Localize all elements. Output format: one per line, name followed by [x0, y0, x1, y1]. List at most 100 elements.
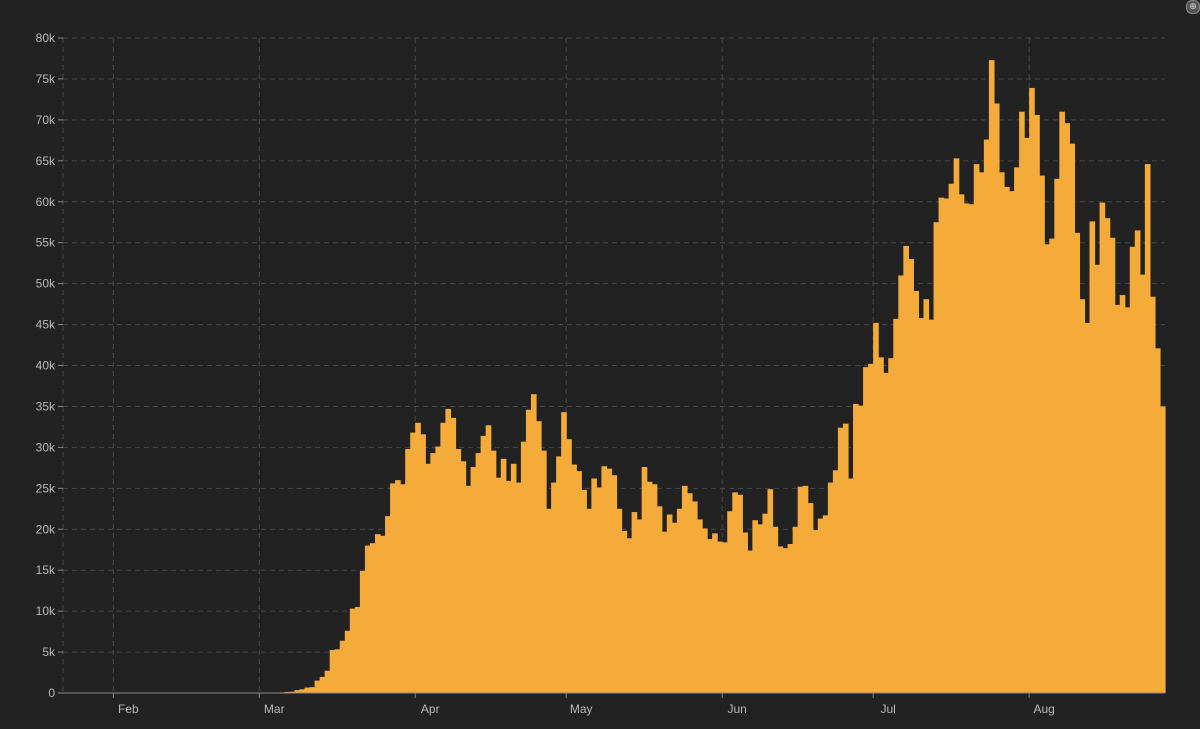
bar[interactable]	[445, 409, 451, 693]
bar[interactable]	[773, 527, 779, 693]
bar[interactable]	[873, 323, 879, 693]
bar[interactable]	[1105, 218, 1111, 693]
bar[interactable]	[576, 471, 582, 693]
bar[interactable]	[1019, 112, 1025, 693]
bar[interactable]	[808, 503, 814, 693]
bar[interactable]	[1064, 123, 1070, 693]
bar[interactable]	[300, 689, 306, 693]
bar[interactable]	[848, 478, 854, 693]
bar[interactable]	[551, 483, 557, 693]
bar[interactable]	[430, 453, 436, 693]
bar[interactable]	[974, 164, 980, 693]
bar[interactable]	[365, 546, 371, 693]
bar[interactable]	[888, 358, 894, 693]
bar[interactable]	[305, 688, 311, 693]
bar[interactable]	[390, 483, 396, 693]
bar[interactable]	[1009, 191, 1015, 693]
bar[interactable]	[989, 60, 995, 693]
corner-zoom-icon[interactable]: ⊕	[1186, 0, 1200, 14]
bar[interactable]	[375, 534, 381, 693]
bar[interactable]	[617, 509, 623, 693]
bar[interactable]	[1095, 265, 1101, 693]
bar[interactable]	[757, 524, 763, 693]
bar[interactable]	[1084, 323, 1090, 693]
bar[interactable]	[450, 418, 456, 693]
bar[interactable]	[581, 490, 587, 693]
bar[interactable]	[516, 483, 522, 693]
bar[interactable]	[903, 246, 909, 693]
bar[interactable]	[491, 451, 497, 693]
bar[interactable]	[521, 442, 527, 693]
bar[interactable]	[405, 449, 411, 693]
bar[interactable]	[325, 671, 331, 693]
bar[interactable]	[627, 538, 633, 693]
bar[interactable]	[717, 542, 723, 693]
bar[interactable]	[687, 493, 693, 693]
bar[interactable]	[778, 546, 784, 693]
bar[interactable]	[606, 469, 612, 693]
bar[interactable]	[546, 509, 552, 693]
bar[interactable]	[893, 319, 899, 693]
bar[interactable]	[571, 465, 577, 693]
bar[interactable]	[742, 533, 748, 693]
bar[interactable]	[979, 172, 985, 693]
bar[interactable]	[410, 433, 416, 693]
bar[interactable]	[944, 198, 950, 693]
bar[interactable]	[1059, 112, 1065, 693]
bar[interactable]	[647, 482, 653, 693]
bar[interactable]	[878, 357, 884, 693]
bar[interactable]	[853, 404, 859, 693]
bar[interactable]	[395, 480, 401, 693]
bar[interactable]	[1074, 233, 1080, 693]
bar[interactable]	[1004, 187, 1010, 693]
bar[interactable]	[1024, 138, 1030, 693]
bar[interactable]	[913, 291, 919, 693]
bar[interactable]	[591, 478, 597, 693]
bar[interactable]	[1110, 238, 1116, 693]
bar[interactable]	[1150, 297, 1156, 693]
bar[interactable]	[481, 436, 487, 693]
bar[interactable]	[793, 527, 799, 693]
bar[interactable]	[556, 456, 562, 693]
bar[interactable]	[471, 467, 477, 693]
bar[interactable]	[435, 447, 441, 693]
bar[interactable]	[863, 367, 869, 693]
bar[interactable]	[1069, 144, 1075, 693]
bar[interactable]	[662, 532, 668, 693]
bar[interactable]	[1125, 307, 1131, 693]
bar[interactable]	[330, 650, 336, 693]
bar[interactable]	[415, 423, 421, 693]
bar[interactable]	[813, 530, 819, 693]
bar[interactable]	[637, 519, 643, 693]
bar[interactable]	[949, 184, 955, 693]
bar[interactable]	[360, 571, 366, 693]
bar[interactable]	[1044, 244, 1050, 693]
bar[interactable]	[310, 687, 316, 693]
bar[interactable]	[526, 410, 532, 693]
bar[interactable]	[1054, 179, 1060, 693]
bar[interactable]	[964, 203, 970, 693]
bar[interactable]	[843, 424, 849, 693]
bar[interactable]	[1014, 167, 1020, 693]
bar[interactable]	[939, 198, 945, 693]
bar[interactable]	[586, 509, 592, 693]
bar[interactable]	[788, 544, 794, 693]
bar[interactable]	[667, 515, 673, 693]
bar[interactable]	[652, 484, 658, 693]
bar[interactable]	[928, 320, 934, 693]
bar[interactable]	[601, 466, 607, 693]
bar[interactable]	[823, 515, 829, 693]
bar[interactable]	[622, 531, 628, 693]
bar[interactable]	[692, 501, 698, 693]
bar[interactable]	[1155, 348, 1161, 693]
bar[interactable]	[340, 641, 346, 693]
bar[interactable]	[883, 373, 889, 693]
bar[interactable]	[476, 453, 482, 693]
bar[interactable]	[697, 519, 703, 693]
bar[interactable]	[455, 449, 461, 693]
bar[interactable]	[420, 434, 426, 693]
bar[interactable]	[762, 514, 768, 693]
bar[interactable]	[506, 481, 512, 693]
bar[interactable]	[828, 483, 834, 693]
bar[interactable]	[496, 478, 502, 693]
